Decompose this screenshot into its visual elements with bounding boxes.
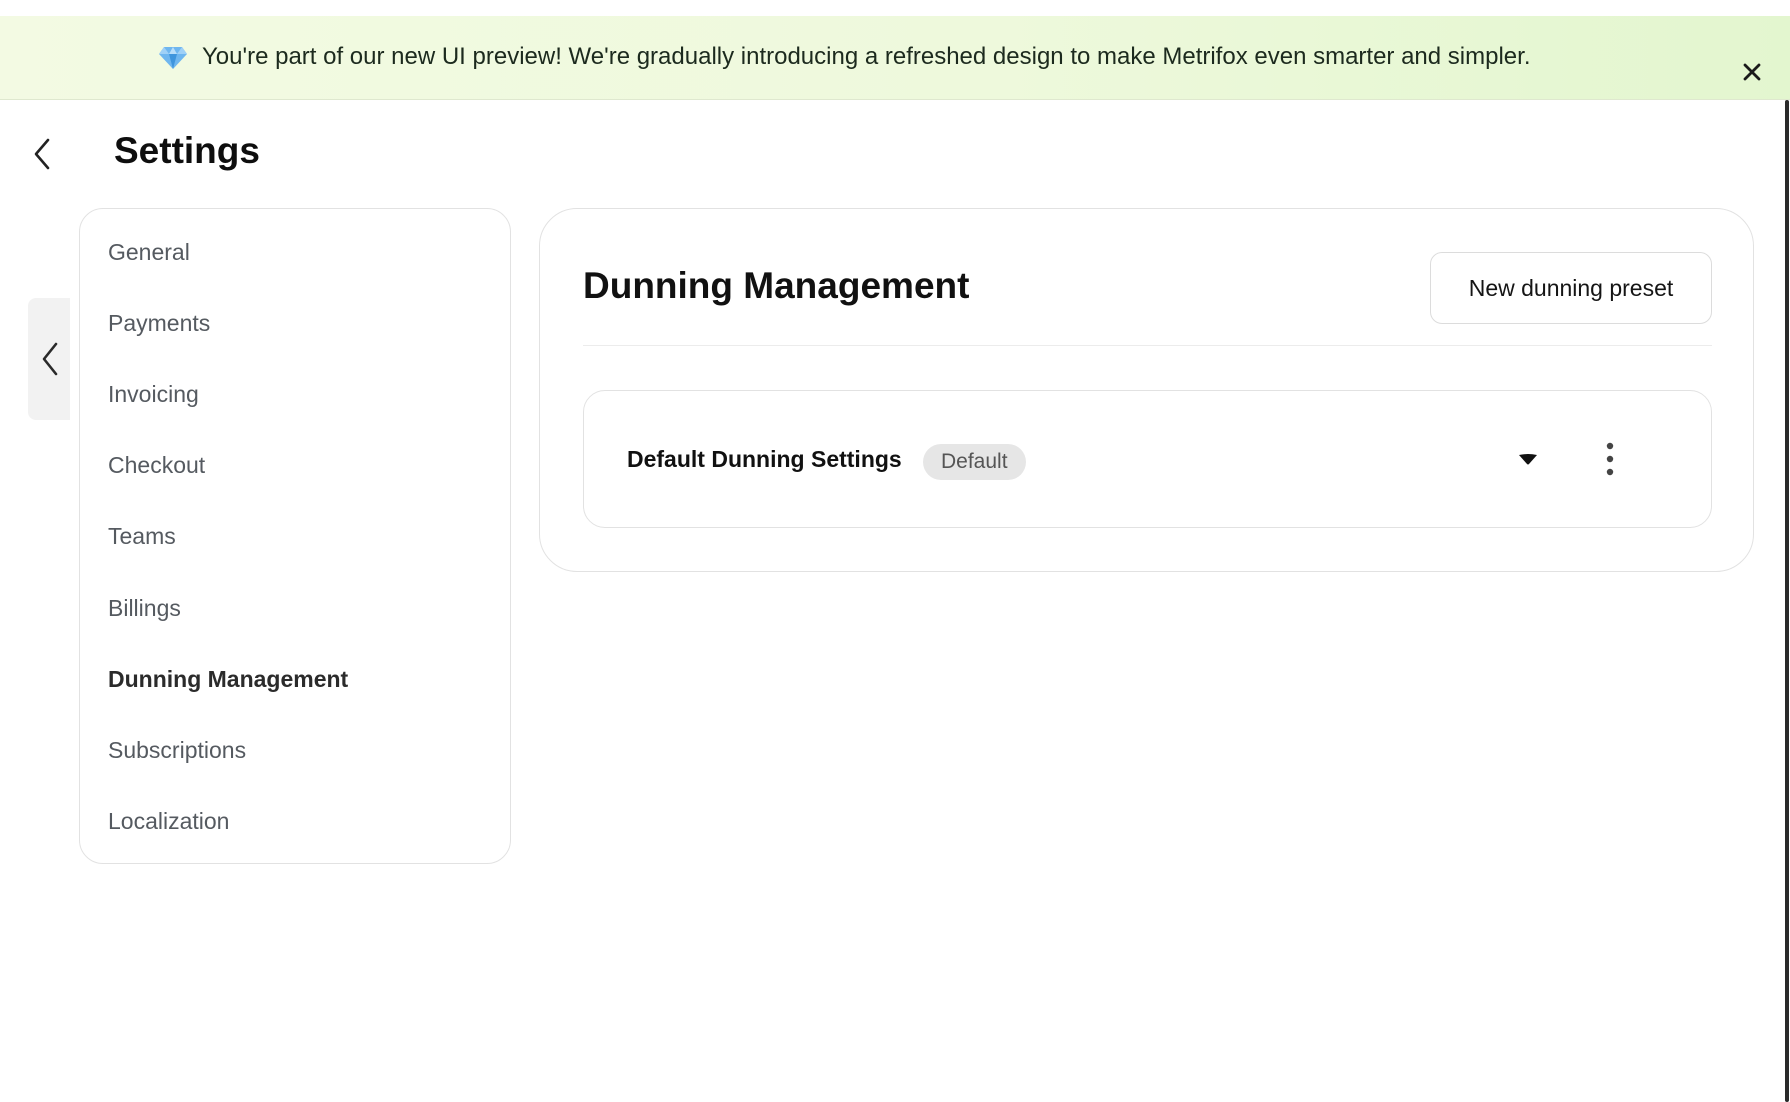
new-dunning-preset-button[interactable]: New dunning preset (1430, 252, 1712, 324)
sidebar-item-subscriptions[interactable]: Subscriptions (108, 730, 478, 770)
scrollbar-thumb[interactable] (1785, 100, 1789, 1102)
sidebar-item-teams[interactable]: Teams (108, 516, 478, 556)
settings-sidebar: General Payments Invoicing Checkout Team… (79, 208, 511, 864)
caret-down-icon[interactable] (1517, 452, 1539, 466)
more-vertical-icon[interactable] (1602, 442, 1618, 476)
sidebar-item-invoicing[interactable]: Invoicing (108, 374, 478, 414)
preview-banner: You're part of our new UI preview! We're… (0, 16, 1790, 100)
back-button[interactable] (28, 134, 58, 174)
section-title: Dunning Management (583, 265, 970, 306)
divider (583, 345, 1712, 346)
sidebar-item-general[interactable]: General (108, 232, 478, 272)
top-strip (0, 0, 1790, 16)
sidebar-item-localization[interactable]: Localization (108, 801, 478, 841)
sidebar-collapse-button[interactable] (28, 298, 70, 420)
preset-name: Default Dunning Settings (627, 446, 902, 472)
dunning-management-card: Dunning Management New dunning preset De… (539, 208, 1754, 572)
sidebar-item-checkout[interactable]: Checkout (108, 445, 478, 485)
sidebar-item-dunning-management[interactable]: Dunning Management (108, 659, 478, 699)
default-badge: Default (923, 444, 1026, 480)
close-icon[interactable] (1740, 60, 1764, 84)
page-title: Settings (114, 130, 260, 171)
chevron-left-icon (42, 342, 58, 376)
gem-icon (158, 46, 188, 70)
sidebar-item-billings[interactable]: Billings (108, 588, 478, 628)
dunning-preset-row[interactable]: Default Dunning Settings Default (583, 390, 1712, 528)
banner-message: You're part of our new UI preview! We're… (202, 43, 1531, 70)
sidebar-item-payments[interactable]: Payments (108, 303, 478, 343)
